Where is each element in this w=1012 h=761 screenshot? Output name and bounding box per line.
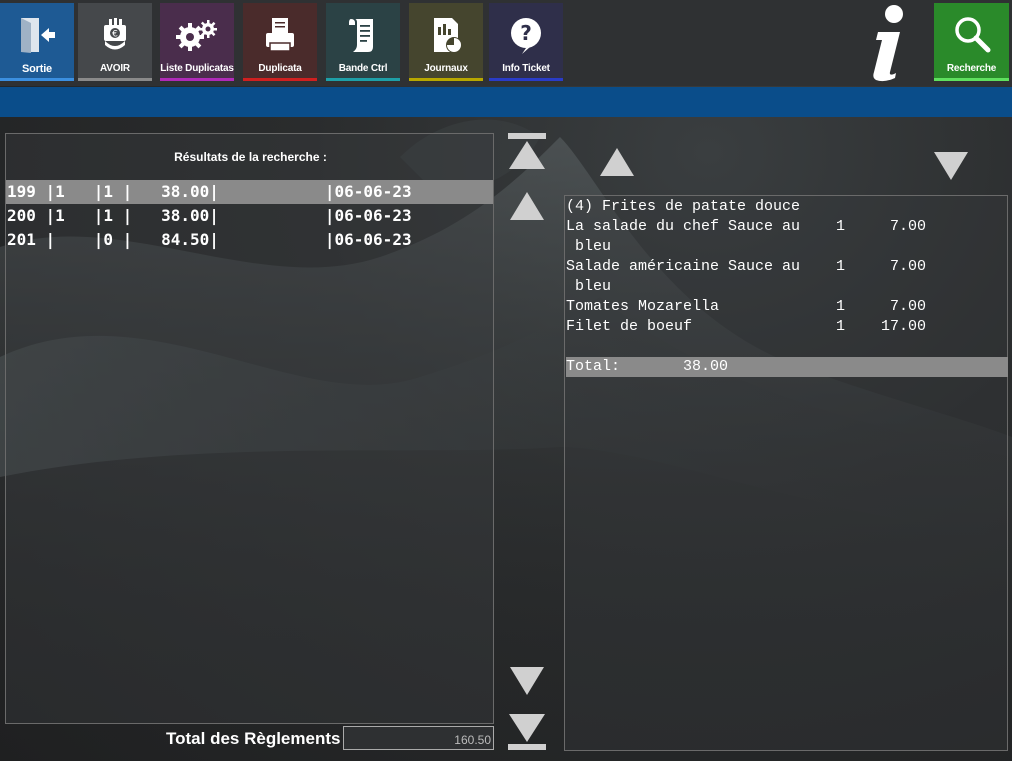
- ticket-line: bleu: [566, 238, 612, 255]
- info-ticket-label: Info Ticket: [502, 63, 550, 74]
- info-icon[interactable]: [860, 2, 914, 82]
- svg-text:€: €: [112, 30, 118, 40]
- results-list: 199 |1 |1 | 38.00| |06-06-23 200 |1 |1 |…: [6, 180, 493, 252]
- ticket-total-line: Total: 38.00: [566, 357, 1008, 377]
- scroll-bottom-button[interactable]: [508, 713, 546, 756]
- result-row[interactable]: 199 |1 |1 | 38.00| |06-06-23: [6, 180, 493, 204]
- bande-ctrl-button[interactable]: Bande Ctrl: [326, 3, 400, 81]
- question-icon: ?: [503, 12, 549, 58]
- credit-note-icon: €: [92, 12, 138, 58]
- ticket-down-icon: [934, 152, 968, 180]
- ticket-scroll-down-button[interactable]: [933, 151, 969, 186]
- exit-door-icon: [14, 12, 60, 58]
- liste-duplicatas-button[interactable]: Liste Duplicatas: [160, 3, 234, 81]
- avoir-label: AVOIR: [100, 63, 130, 74]
- svg-text:?: ?: [520, 21, 532, 45]
- recherche-label: Recherche: [946, 63, 997, 74]
- scroll-bottom-icon: [508, 714, 546, 750]
- toolbar: Sortie € AVOIR Liste Duplicatas Duplicat…: [0, 0, 1012, 86]
- ticket-detail-panel: (4) Frites de patate douce La salade du …: [564, 195, 1008, 751]
- ticket-up-icon: [600, 148, 634, 176]
- journaux-button[interactable]: Journaux: [409, 3, 483, 81]
- scroll-down-icon: [510, 667, 544, 695]
- ticket-line: bleu: [566, 278, 612, 295]
- scroll-top-button[interactable]: [508, 133, 546, 176]
- ticket-line: Filet de boeuf 1 17.00: [566, 318, 927, 335]
- search-icon: [949, 12, 995, 58]
- total-reglements-value: 160.50: [343, 726, 494, 750]
- scroll-up-button[interactable]: [509, 191, 545, 226]
- ticket-lines: (4) Frites de patate douce La salade du …: [566, 197, 1008, 377]
- total-reglements-label: Total des Règlements :: [166, 729, 351, 748]
- ticket-line: (4) Frites de patate douce: [566, 198, 801, 215]
- recherche-button[interactable]: Recherche: [934, 3, 1009, 81]
- bande-ctrl-label: Bande Ctrl: [338, 63, 388, 74]
- scroll-up-icon: [510, 192, 544, 220]
- receipt-scroll-icon: [340, 12, 386, 58]
- report-chart-icon: [423, 12, 469, 58]
- printer-icon: [257, 12, 303, 58]
- ticket-line: Salade américaine Sauce au 1 7.00: [566, 258, 927, 275]
- liste-duplicatas-label: Liste Duplicatas: [160, 63, 234, 74]
- ticket-scroll-up-button[interactable]: [599, 147, 635, 182]
- search-results-panel: Résultats de la recherche : 199 |1 |1 | …: [5, 133, 494, 724]
- scroll-top-icon: [508, 133, 546, 169]
- info-ticket-button[interactable]: ? Info Ticket: [489, 3, 563, 81]
- duplicata-label: Duplicata: [258, 63, 302, 74]
- sortie-label: Sortie: [22, 63, 52, 75]
- ticket-line: La salade du chef Sauce au 1 7.00: [566, 218, 927, 235]
- sortie-button[interactable]: Sortie: [0, 3, 74, 81]
- results-title: Résultats de la recherche :: [174, 150, 327, 164]
- result-row[interactable]: 200 |1 |1 | 38.00| |06-06-23: [6, 204, 493, 228]
- ticket-spacer: [566, 337, 1008, 357]
- ticket-line: Tomates Mozarella 1 7.00: [566, 298, 927, 315]
- result-row[interactable]: 201 | |0 | 84.50| |06-06-23: [6, 228, 493, 252]
- duplicata-button[interactable]: Duplicata: [243, 3, 317, 81]
- title-band: [0, 87, 1012, 117]
- gears-icon: [174, 12, 220, 58]
- scroll-down-button[interactable]: [509, 666, 545, 701]
- avoir-button[interactable]: € AVOIR: [78, 3, 152, 81]
- journaux-label: Journaux: [424, 63, 468, 74]
